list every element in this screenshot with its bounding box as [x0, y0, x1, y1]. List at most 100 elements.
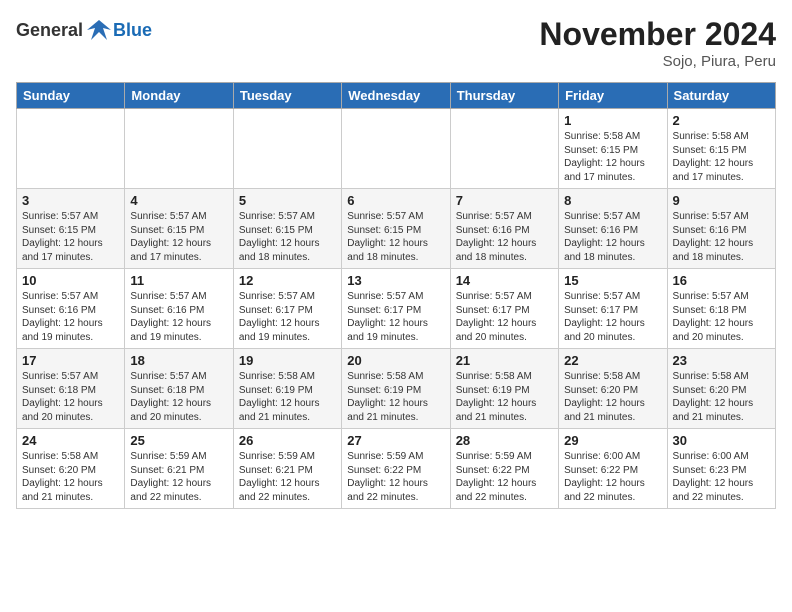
calendar-cell: 19 Sunrise: 5:58 AM Sunset: 6:19 PM Dayli…: [233, 349, 341, 429]
logo-blue-text: Blue: [113, 20, 152, 41]
calendar-cell: 16Sunrise: 5:57 AM Sunset: 6:18 PM Dayli…: [667, 269, 775, 349]
day-number: 17: [22, 353, 119, 368]
logo-general-text: General: [16, 20, 83, 41]
day-detail: Sunrise: 5:57 AM Sunset: 6:18 PM Dayligh…: [130, 370, 227, 424]
calendar-cell: 7 Sunrise: 5:57 AM Sunset: 6:16 PM Daylig…: [450, 189, 558, 269]
col-header-saturday: Saturday: [667, 83, 775, 109]
day-number: 29: [564, 433, 661, 448]
day-detail: Sunrise: 5:57 AM Sunset: 6:17 PM Dayligh…: [347, 290, 444, 344]
calendar-cell: 5 Sunrise: 5:57 AM Sunset: 6:15 PM Daylig…: [233, 189, 341, 269]
day-number: 2: [673, 113, 770, 128]
calendar-header: SundayMondayTuesdayWednesdayThursdayFrid…: [17, 83, 776, 109]
day-number: 12: [239, 273, 336, 288]
day-number: 14: [456, 273, 553, 288]
day-number: 13: [347, 273, 444, 288]
day-detail: Sunrise: 6:00 AM Sunset: 6:23 PM Dayligh…: [673, 450, 770, 504]
day-number: 3: [22, 193, 119, 208]
calendar-cell: 21 Sunrise: 5:58 AM Sunset: 6:19 PM Dayli…: [450, 349, 558, 429]
day-detail: Sunrise: 5:57 AM Sunset: 6:15 PM Dayligh…: [239, 210, 336, 264]
month-title: November 2024: [539, 16, 776, 53]
calendar-week-row: 10 Sunrise: 5:57 AM Sunset: 6:16 PM Dayli…: [17, 269, 776, 349]
day-detail: Sunrise: 5:58 AM Sunset: 6:19 PM Dayligh…: [456, 370, 553, 424]
calendar-cell: 24 Sunrise: 5:58 AM Sunset: 6:20 PM Dayli…: [17, 429, 125, 509]
calendar-cell: [450, 109, 558, 189]
day-number: 18: [130, 353, 227, 368]
calendar-cell: [125, 109, 233, 189]
day-number: 20: [347, 353, 444, 368]
day-detail: Sunrise: 5:57 AM Sunset: 6:17 PM Dayligh…: [564, 290, 661, 344]
day-detail: Sunrise: 5:58 AM Sunset: 6:20 PM Dayligh…: [564, 370, 661, 424]
day-number: 9: [673, 193, 770, 208]
calendar-cell: 17 Sunrise: 5:57 AM Sunset: 6:18 PM Dayli…: [17, 349, 125, 429]
calendar-cell: 3 Sunrise: 5:57 AM Sunset: 6:15 PM Daylig…: [17, 189, 125, 269]
day-detail: Sunrise: 5:57 AM Sunset: 6:18 PM Dayligh…: [22, 370, 119, 424]
calendar-week-row: 3 Sunrise: 5:57 AM Sunset: 6:15 PM Daylig…: [17, 189, 776, 269]
calendar-cell: 28 Sunrise: 5:59 AM Sunset: 6:22 PM Dayli…: [450, 429, 558, 509]
calendar-cell: 25 Sunrise: 5:59 AM Sunset: 6:21 PM Dayli…: [125, 429, 233, 509]
day-detail: Sunrise: 5:59 AM Sunset: 6:21 PM Dayligh…: [130, 450, 227, 504]
day-detail: Sunrise: 5:58 AM Sunset: 6:19 PM Dayligh…: [239, 370, 336, 424]
day-number: 5: [239, 193, 336, 208]
day-detail: Sunrise: 5:59 AM Sunset: 6:22 PM Dayligh…: [456, 450, 553, 504]
calendar-cell: 23 Sunrise: 5:58 AM Sunset: 6:20 PM Dayli…: [667, 349, 775, 429]
col-header-tuesday: Tuesday: [233, 83, 341, 109]
day-detail: Sunrise: 5:59 AM Sunset: 6:21 PM Dayligh…: [239, 450, 336, 504]
calendar-cell: 8 Sunrise: 5:57 AM Sunset: 6:16 PM Daylig…: [559, 189, 667, 269]
day-number: 27: [347, 433, 444, 448]
day-number: 25: [130, 433, 227, 448]
page-header: General Blue November 2024 Sojo, Piura, …: [16, 16, 776, 70]
day-detail: Sunrise: 5:57 AM Sunset: 6:15 PM Dayligh…: [22, 210, 119, 264]
day-number: 4: [130, 193, 227, 208]
day-number: 24: [22, 433, 119, 448]
day-number: 28: [456, 433, 553, 448]
day-number: 30: [673, 433, 770, 448]
day-number: 23: [673, 353, 770, 368]
col-header-friday: Friday: [559, 83, 667, 109]
day-detail: Sunrise: 5:57 AM Sunset: 6:15 PM Dayligh…: [130, 210, 227, 264]
calendar-cell: 22Sunrise: 5:58 AM Sunset: 6:20 PM Dayli…: [559, 349, 667, 429]
day-detail: Sunrise: 5:57 AM Sunset: 6:15 PM Dayligh…: [347, 210, 444, 264]
calendar-week-row: 24 Sunrise: 5:58 AM Sunset: 6:20 PM Dayli…: [17, 429, 776, 509]
calendar-cell: 4 Sunrise: 5:57 AM Sunset: 6:15 PM Daylig…: [125, 189, 233, 269]
calendar-cell: 15 Sunrise: 5:57 AM Sunset: 6:17 PM Dayli…: [559, 269, 667, 349]
day-number: 10: [22, 273, 119, 288]
calendar-cell: 20 Sunrise: 5:58 AM Sunset: 6:19 PM Dayli…: [342, 349, 450, 429]
day-detail: Sunrise: 5:58 AM Sunset: 6:15 PM Dayligh…: [673, 130, 770, 184]
calendar-cell: [17, 109, 125, 189]
day-number: 19: [239, 353, 336, 368]
calendar-cell: 11Sunrise: 5:57 AM Sunset: 6:16 PM Dayli…: [125, 269, 233, 349]
calendar-cell: 6 Sunrise: 5:57 AM Sunset: 6:15 PM Daylig…: [342, 189, 450, 269]
col-header-wednesday: Wednesday: [342, 83, 450, 109]
calendar-cell: 13 Sunrise: 5:57 AM Sunset: 6:17 PM Dayli…: [342, 269, 450, 349]
calendar-cell: 26 Sunrise: 5:59 AM Sunset: 6:21 PM Dayli…: [233, 429, 341, 509]
day-number: 8: [564, 193, 661, 208]
day-detail: Sunrise: 5:57 AM Sunset: 6:16 PM Dayligh…: [673, 210, 770, 264]
calendar-week-row: 17 Sunrise: 5:57 AM Sunset: 6:18 PM Dayli…: [17, 349, 776, 429]
day-number: 15: [564, 273, 661, 288]
logo: General Blue: [16, 16, 152, 44]
calendar-cell: 10 Sunrise: 5:57 AM Sunset: 6:16 PM Dayli…: [17, 269, 125, 349]
calendar-cell: 27Sunrise: 5:59 AM Sunset: 6:22 PM Dayli…: [342, 429, 450, 509]
col-header-monday: Monday: [125, 83, 233, 109]
day-detail: Sunrise: 5:57 AM Sunset: 6:16 PM Dayligh…: [456, 210, 553, 264]
day-detail: Sunrise: 5:57 AM Sunset: 6:16 PM Dayligh…: [22, 290, 119, 344]
calendar-cell: 2 Sunrise: 5:58 AM Sunset: 6:15 PM Daylig…: [667, 109, 775, 189]
header-row: SundayMondayTuesdayWednesdayThursdayFrid…: [17, 83, 776, 109]
day-detail: Sunrise: 6:00 AM Sunset: 6:22 PM Dayligh…: [564, 450, 661, 504]
day-number: 7: [456, 193, 553, 208]
day-number: 21: [456, 353, 553, 368]
day-detail: Sunrise: 5:58 AM Sunset: 6:20 PM Dayligh…: [22, 450, 119, 504]
day-detail: Sunrise: 5:58 AM Sunset: 6:19 PM Dayligh…: [347, 370, 444, 424]
day-number: 6: [347, 193, 444, 208]
calendar-table: SundayMondayTuesdayWednesdayThursdayFrid…: [16, 82, 776, 509]
day-detail: Sunrise: 5:57 AM Sunset: 6:16 PM Dayligh…: [564, 210, 661, 264]
day-detail: Sunrise: 5:57 AM Sunset: 6:18 PM Dayligh…: [673, 290, 770, 344]
day-detail: Sunrise: 5:57 AM Sunset: 6:17 PM Dayligh…: [456, 290, 553, 344]
day-detail: Sunrise: 5:57 AM Sunset: 6:17 PM Dayligh…: [239, 290, 336, 344]
col-header-thursday: Thursday: [450, 83, 558, 109]
calendar-cell: 12 Sunrise: 5:57 AM Sunset: 6:17 PM Dayli…: [233, 269, 341, 349]
day-detail: Sunrise: 5:58 AM Sunset: 6:20 PM Dayligh…: [673, 370, 770, 424]
calendar-cell: [342, 109, 450, 189]
day-number: 26: [239, 433, 336, 448]
day-number: 1: [564, 113, 661, 128]
